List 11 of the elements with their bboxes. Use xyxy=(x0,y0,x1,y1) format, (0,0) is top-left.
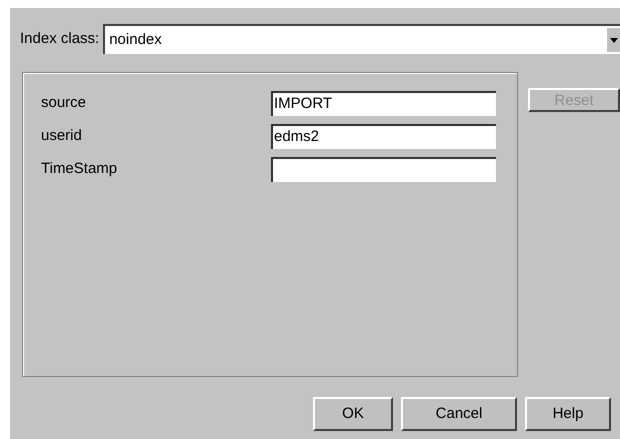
text-field[interactable] xyxy=(271,157,496,182)
text-field[interactable]: IMPORT xyxy=(271,91,496,116)
dialog-button[interactable]: Help xyxy=(525,397,611,431)
field-label: userid xyxy=(41,126,83,146)
index-class-label: Index class: xyxy=(20,28,100,49)
dialog-button[interactable]: Cancel xyxy=(401,397,517,431)
index-class-dropdown[interactable]: noindex xyxy=(103,24,620,54)
text-field[interactable]: edms2 xyxy=(271,124,496,149)
field-label: TimeStamp xyxy=(41,159,118,180)
field-label: source xyxy=(41,93,88,114)
dialog-button[interactable]: OK xyxy=(313,397,393,431)
